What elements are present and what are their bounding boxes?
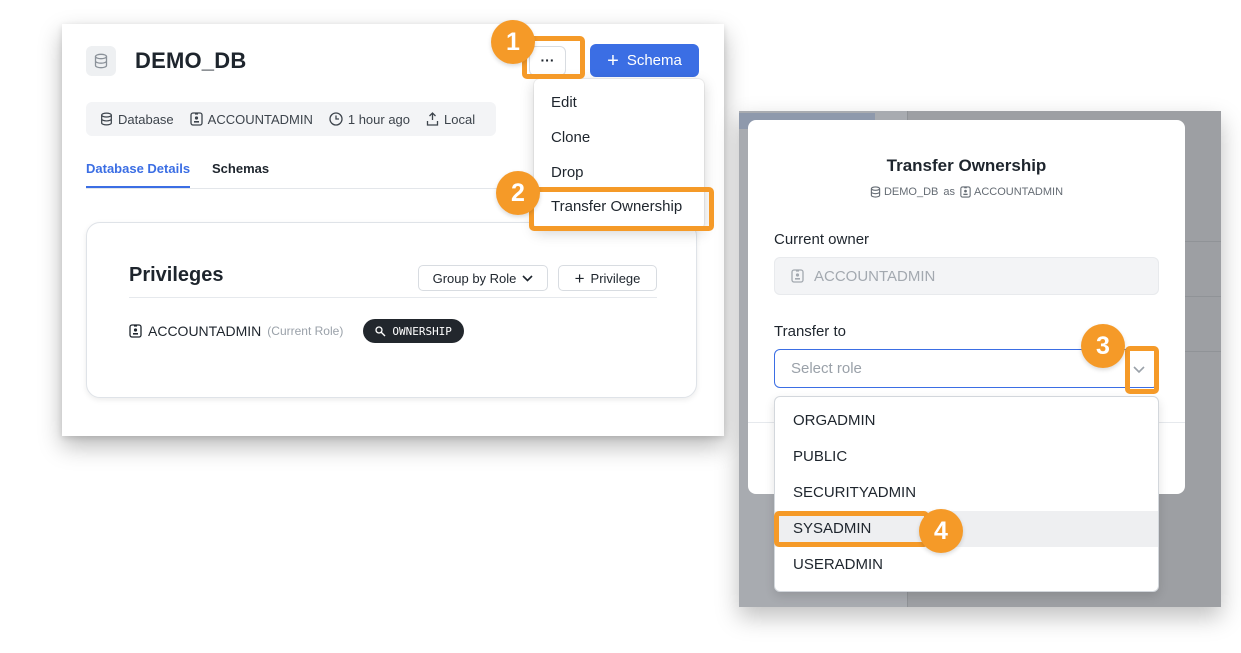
group-by-role-button[interactable]: Group by Role <box>418 265 548 291</box>
current-owner-label: Current owner <box>774 231 870 248</box>
dialog-subtitle: DEMO_DB as ACCOUNTADMIN <box>748 186 1185 198</box>
menu-item-edit[interactable]: Edit <box>551 94 577 111</box>
role-option-public[interactable]: PUBLIC <box>775 439 1158 475</box>
role-options-list: ORGADMIN PUBLIC SECURITYADMIN SYSADMIN U… <box>774 396 1159 592</box>
role-select-placeholder: Select role <box>791 360 862 377</box>
role-icon <box>190 112 203 126</box>
plus-icon: + <box>607 49 619 72</box>
add-privilege-button[interactable]: + Privilege <box>558 265 657 291</box>
backdrop-divider <box>1185 241 1221 242</box>
privilege-row: ACCOUNTADMIN (Current Role) OWNERSHIP <box>129 319 464 343</box>
divider <box>129 297 657 298</box>
privilege-role: ACCOUNTADMIN <box>148 323 262 339</box>
database-icon <box>101 112 112 126</box>
menu-item-clone[interactable]: Clone <box>551 129 590 146</box>
step-badge-2: 2 <box>496 171 540 215</box>
tab-database-details[interactable]: Database Details <box>86 161 191 188</box>
meta-time: 1 hour ago <box>329 112 410 127</box>
role-option-orgadmin[interactable]: ORGADMIN <box>775 403 1158 439</box>
highlight-sysadmin <box>774 511 929 547</box>
step-badge-1: 1 <box>491 20 535 64</box>
step-badge-3: 3 <box>1081 324 1125 368</box>
location-icon <box>426 112 439 126</box>
add-schema-label: Schema <box>626 52 682 69</box>
database-meta: Database ACCOUNTADMIN 1 hour ago Local <box>86 102 496 136</box>
backdrop-divider <box>1185 296 1221 297</box>
tab-schemas[interactable]: Schemas <box>212 161 269 176</box>
add-schema-button[interactable]: + Schema <box>590 44 699 77</box>
menu-item-drop[interactable]: Drop <box>551 164 584 181</box>
highlight-transfer-ownership <box>529 187 714 231</box>
highlight-select-chevron <box>1125 346 1159 394</box>
role-option-securityadmin[interactable]: SECURITYADMIN <box>775 475 1158 511</box>
backdrop-divider <box>1185 351 1221 352</box>
database-icon <box>870 186 881 198</box>
privileges-card: Privileges Group by Role + Privilege ACC… <box>86 222 697 398</box>
role-icon <box>960 186 971 198</box>
database-icon <box>86 46 116 76</box>
role-icon <box>791 269 804 283</box>
dialog-title: Transfer Ownership <box>886 156 1047 175</box>
role-icon <box>129 324 142 338</box>
chevron-down-icon <box>522 274 533 282</box>
transfer-to-label: Transfer to <box>774 323 846 340</box>
ownership-badge: OWNERSHIP <box>363 319 464 343</box>
role-option-useradmin[interactable]: USERADMIN <box>775 547 1158 583</box>
page-title: DEMO_DB <box>135 48 247 73</box>
current-owner-field: ACCOUNTADMIN <box>774 257 1159 295</box>
privileges-title: Privileges <box>129 264 224 286</box>
step-badge-4: 4 <box>919 509 963 553</box>
current-role-note: (Current Role) <box>267 324 344 338</box>
meta-owner[interactable]: ACCOUNTADMIN <box>190 112 313 127</box>
plus-icon: + <box>574 268 585 288</box>
search-key-icon <box>375 325 386 336</box>
meta-type: Database <box>100 112 174 127</box>
clock-icon <box>329 112 343 126</box>
meta-location: Local <box>426 112 475 127</box>
